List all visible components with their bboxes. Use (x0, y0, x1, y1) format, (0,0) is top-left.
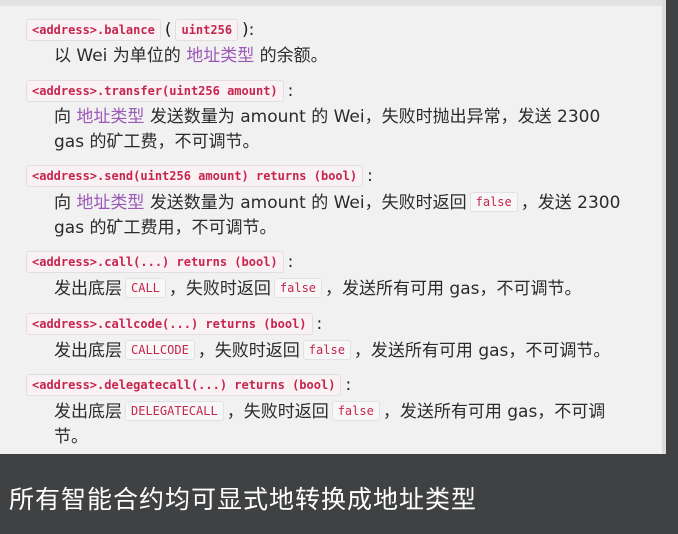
entry-delegatecall: <address>.delegatecall(...) returns (boo… (26, 373, 646, 450)
address-type-link[interactable]: 地址类型 (76, 107, 144, 127)
signature-row: <address>.callcode(...) returns (bool) : (26, 312, 646, 336)
desc-text: ，失败时返回 (226, 402, 329, 422)
address-type-link[interactable]: 地址类型 (186, 46, 254, 66)
colon: : (316, 314, 323, 334)
desc-text: 节。 (54, 427, 88, 447)
signature-code: <address>.call(...) returns (bool) (26, 251, 284, 273)
description: 向 地址类型 发送数量为 amount 的 Wei，失败时返回 false ，发送 … (54, 190, 646, 241)
top-strip (0, 0, 662, 6)
entry-call: <address>.call(...) returns (bool) : 发出底… (26, 250, 646, 302)
inline-code-false: false (273, 278, 323, 298)
desc-text: 发送数量为 amount 的 Wei，失败时返回 (149, 193, 467, 213)
desc-text: ，失败时返回 (168, 279, 271, 299)
desc-text: 的余额。 (259, 46, 328, 66)
caption-subtitle: 所有智能合约均可显式地转换成地址类型 (9, 485, 478, 514)
type-code: uint256 (175, 19, 239, 41)
paren-open: ( (164, 20, 172, 40)
inline-code-false: false (331, 401, 380, 421)
colon: : (287, 252, 294, 272)
desc-text: 发送数量为 amount 的 Wei，失败时抛出异常，发送 2300 (149, 107, 601, 127)
desc-text: 以 Wei 为单位的 (54, 46, 181, 66)
desc-text: gas 的矿工费，不可调节。 (54, 132, 260, 152)
inline-code-delegatecall: DELEGATECALL (125, 401, 224, 421)
colon: : (345, 375, 352, 395)
colon: : (367, 166, 373, 186)
signature-row: <address>.balance ( uint256 ): (26, 18, 646, 42)
desc-text: ，发送 2300 (520, 193, 621, 213)
desc-text: gas 的矿工费用，不可调节。 (54, 218, 277, 238)
documentation-panel: <address>.balance ( uint256 ): 以 Wei 为单位… (0, 0, 666, 454)
desc-text: 发出底层 (54, 402, 122, 422)
entry-send: <address>.send(uint256 amount) returns (… (26, 164, 646, 241)
inline-code-call: CALL (125, 278, 166, 298)
description: 向 地址类型 发送数量为 amount 的 Wei，失败时抛出异常，发送 230… (54, 105, 646, 155)
desc-text: ，发送所有可用 gas，不可调 (382, 402, 606, 422)
inline-code-false: false (302, 340, 351, 360)
description: 以 Wei 为单位的 地址类型 的余额。 (54, 44, 646, 69)
signature-row: <address>.send(uint256 amount) returns (… (26, 164, 646, 188)
signature-row: <address>.call(...) returns (bool) : (26, 250, 646, 274)
signature-code: <address>.callcode(...) returns (bool) (26, 313, 313, 335)
desc-text: ，失败时返回 (197, 341, 300, 361)
description: 发出底层 DELEGATECALL ，失败时返回 false ，发送所有可用 gas，不… (54, 399, 646, 450)
description: 发出底层 CALLCODE ，失败时返回 false ，发送所有可用 gas，不可调节。 (54, 338, 646, 364)
desc-text: ，发送所有可用 gas，不可调节。 (325, 279, 582, 299)
signature-code: <address>.transfer(uint256 amount) (26, 80, 284, 102)
paren-close: ): (242, 20, 255, 40)
inline-code-callcode: CALLCODE (125, 340, 195, 360)
desc-text: 向 (54, 107, 71, 127)
desc-text: 发出底层 (54, 341, 122, 361)
signature-code: <address>.delegatecall(...) returns (boo… (26, 374, 342, 396)
desc-text: ，发送所有可用 gas，不可调节。 (353, 341, 611, 361)
description: 发出底层 CALL ，失败时返回 false ，发送所有可用 gas，不可调节。 (54, 276, 646, 302)
entry-transfer: <address>.transfer(uint256 amount) : 向 地… (26, 79, 646, 155)
entry-balance: <address>.balance ( uint256 ): 以 Wei 为单位… (26, 18, 646, 69)
desc-text: 向 (54, 193, 71, 213)
inline-code-false: false (469, 192, 518, 212)
signature-row: <address>.delegatecall(...) returns (boo… (26, 373, 646, 397)
address-type-link[interactable]: 地址类型 (76, 193, 144, 213)
entry-callcode: <address>.callcode(...) returns (bool) :… (26, 312, 646, 364)
signature-code: <address>.send(uint256 amount) returns (… (26, 165, 364, 187)
desc-text: 发出底层 (54, 279, 122, 299)
colon: : (287, 81, 294, 101)
signature-row: <address>.transfer(uint256 amount) : (26, 79, 646, 103)
signature-code: <address>.balance (26, 19, 161, 41)
